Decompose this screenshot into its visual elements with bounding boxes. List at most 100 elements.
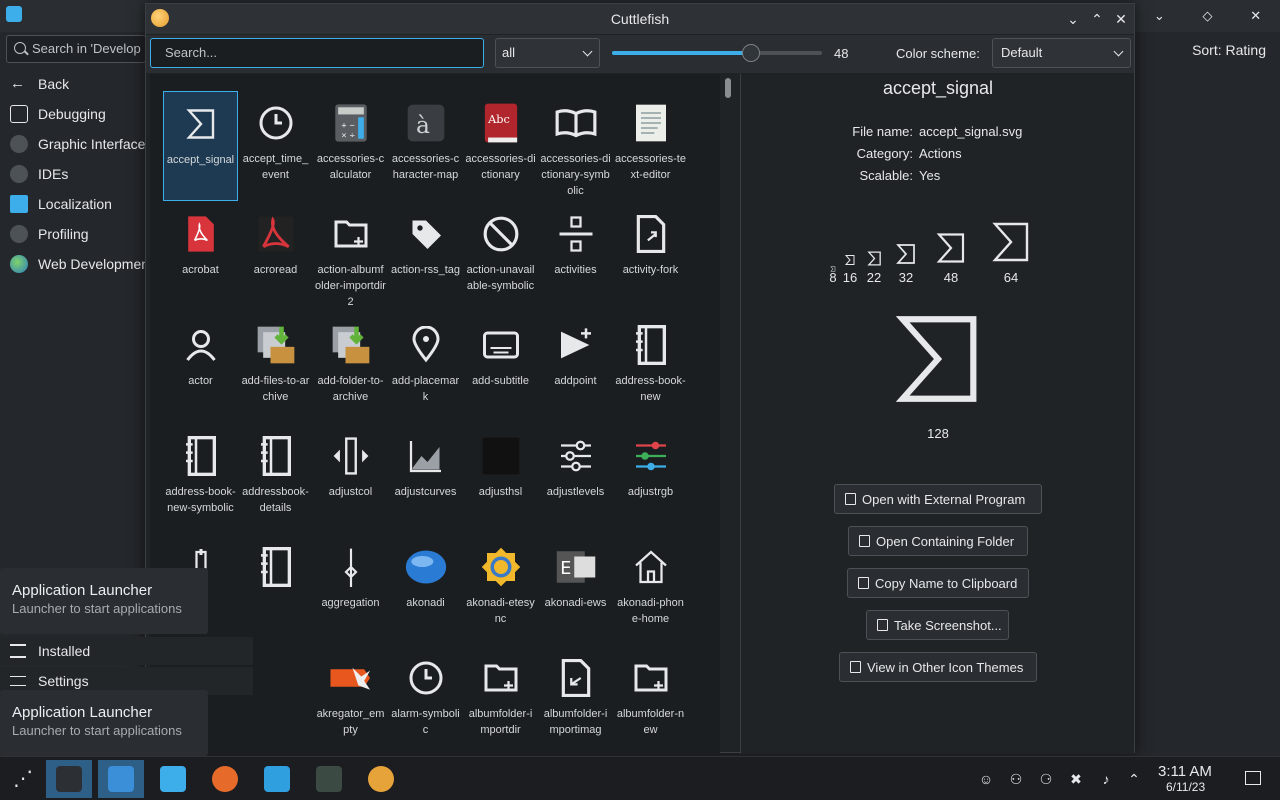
icon-grid-item[interactable]: action-rss_tag <box>388 202 463 312</box>
view-other-themes-button[interactable]: View in Other Icon Themes <box>839 652 1037 682</box>
size-label: 32 <box>898 270 914 285</box>
clock-date[interactable]: 6/11/23 <box>1166 780 1205 794</box>
icon-grid-item[interactable]: à accessories-character-map <box>388 91 463 201</box>
details-pane: accept_signal File name: accept_signal.s… <box>740 74 1134 754</box>
kdeconnect-icon[interactable]: ⚇ <box>1008 771 1024 787</box>
icon-grid-item[interactable]: Eakonadi-ews <box>538 535 613 645</box>
icon-grid-item[interactable]: action-unavailable-symbolic <box>463 202 538 312</box>
background-nav-item[interactable]: Localization <box>0 190 146 218</box>
background-nav-item[interactable]: ← Back <box>0 70 146 98</box>
icon-grid-item[interactable]: add-placemark <box>388 313 463 423</box>
icon-grid-item[interactable]: adjustrgb <box>613 424 688 534</box>
take-screenshot-button[interactable]: Take Screenshot... <box>866 610 1009 640</box>
icon-grid-item[interactable]: accept_time_event <box>238 91 313 201</box>
background-search-input[interactable]: Search in 'Develop <box>6 35 146 63</box>
icon-grid-item[interactable]: activities <box>538 202 613 312</box>
icon-grid-item[interactable]: add-subtitle <box>463 313 538 423</box>
taskbar-discover-button[interactable] <box>98 760 144 798</box>
tooltip-title: Application Launcher <box>12 704 153 721</box>
icon-grid-item[interactable]: adjustlevels <box>538 424 613 534</box>
icon-grid-item[interactable]: accessories-dictionary-symbolic <box>538 91 613 201</box>
color-scheme-select[interactable]: Default <box>992 38 1131 68</box>
icon-grid-item[interactable]: adjustcurves <box>388 424 463 534</box>
background-nav-item[interactable]: Graphic Interface <box>0 130 146 158</box>
launcher-item-installed[interactable]: Installed <box>0 637 253 665</box>
icon-grid-item[interactable]: accept_signal <box>163 91 238 201</box>
volume-icon[interactable]: ♪ <box>1098 771 1114 787</box>
icon-grid-item[interactable]: akonadi-phone-home <box>613 535 688 645</box>
network-icon[interactable]: ⚆ <box>1038 771 1054 787</box>
taskbar-system-settings-button[interactable] <box>46 760 92 798</box>
taskbar-recycle-button[interactable] <box>306 760 352 798</box>
icon-grid-item[interactable]: adjusthsl <box>463 424 538 534</box>
icon-grid-item[interactable]: action-albumfolder-importdir2 <box>313 202 388 312</box>
icon-grid-item[interactable]: acrobat <box>163 202 238 312</box>
application-launcher-icon: ⋰ <box>13 768 33 790</box>
button-label: View in Other Icon Themes <box>867 659 1024 675</box>
icon-size-slider[interactable] <box>612 44 822 62</box>
icon-grid-item[interactable]: address-book-new <box>613 313 688 423</box>
taskbar-firefox-button[interactable] <box>202 760 248 798</box>
icon-grid-item[interactable]: albumfolder-importimag <box>538 646 613 754</box>
maximize-icon[interactable]: ⌃ <box>1086 8 1108 30</box>
search-input[interactable]: Search... <box>150 38 484 68</box>
icon-grid-item[interactable]: accessories-text-editor <box>613 91 688 201</box>
icon-label: activity-fork <box>622 264 679 276</box>
icon-grid-item[interactable]: addressbook-details <box>238 424 313 534</box>
clock-time[interactable]: 3:11 AM <box>1158 763 1212 780</box>
icon-grid-item[interactable]: activity-fork <box>613 202 688 312</box>
icon-grid-item[interactable]: add-folder-to-archive <box>313 313 388 423</box>
icon-grid-item[interactable]: Abc accessories-dictionary <box>463 91 538 201</box>
background-nav-item[interactable]: Web Development <box>0 250 146 278</box>
close-icon[interactable]: ✕ <box>1110 8 1132 30</box>
icon-label: action-rss_tag <box>390 264 461 276</box>
open-external-button[interactable]: Open with External Program <box>834 484 1042 514</box>
icon-grid-item[interactable]: actor <box>163 313 238 423</box>
scalable-label: Scalable: <box>859 168 913 183</box>
minimize-icon[interactable]: ⌄ <box>1154 8 1165 24</box>
svg-text:Abc: Abc <box>487 113 510 126</box>
application-launcher-popup: Installed Settings Application Launcher … <box>0 560 300 760</box>
icon-grid-item[interactable]: akonadi-etesync <box>463 535 538 645</box>
icon-grid-item[interactable]: adjustcol <box>313 424 388 534</box>
search-placeholder: Search... <box>165 45 218 60</box>
copy-name-button[interactable]: Copy Name to Clipboard <box>847 568 1029 598</box>
sort-dropdown[interactable]: Sort: Rating <box>1192 42 1266 58</box>
taskbar-file-manager-button[interactable] <box>150 760 196 798</box>
background-nav-item[interactable]: IDEs <box>0 160 146 188</box>
scrollbar-thumb[interactable] <box>725 78 731 98</box>
icon-label: akonadi-phone-home <box>617 597 684 625</box>
icon-grid-item[interactable]: addpoint <box>538 313 613 423</box>
user-icon[interactable]: ☺ <box>978 771 994 787</box>
icon-grid-item[interactable]: + − × ÷ accessories-calculator <box>313 91 388 201</box>
color-scheme-value: Default <box>1001 45 1043 60</box>
grid-scrollbar[interactable] <box>723 76 733 754</box>
icon-grid-item[interactable]: akregator_empty <box>313 646 388 754</box>
calculator-icon: + − × ÷ <box>329 101 373 145</box>
open-folder-button[interactable]: Open Containing Folder <box>848 526 1028 556</box>
icon-grid-item[interactable]: aggregation <box>313 535 388 645</box>
minimize-icon[interactable]: ⌄ <box>1062 8 1084 30</box>
icon-grid-item[interactable]: address-book-new-symbolic <box>163 424 238 534</box>
taskbar-cuttlefish-button[interactable] <box>358 760 404 798</box>
slider-handle[interactable] <box>741 44 760 62</box>
microphone-muted-icon[interactable]: ✖ <box>1068 771 1084 787</box>
background-nav-item[interactable]: Debugging <box>0 100 146 128</box>
show-desktop-icon[interactable] <box>1245 771 1261 785</box>
close-icon[interactable]: ✕ <box>1250 8 1261 24</box>
icon-grid-item[interactable]: add-files-to-archive <box>238 313 313 423</box>
category-select[interactable]: all <box>495 38 600 68</box>
icon-grid-item[interactable]: albumfolder-importdir <box>463 646 538 754</box>
icon-grid-item[interactable]: acroread <box>238 202 313 312</box>
icon-label: addpoint <box>554 375 597 387</box>
icon-grid-item[interactable]: albumfolder-new <box>613 646 688 754</box>
maximize-icon[interactable]: ◇ <box>1202 8 1212 24</box>
icon-grid-item[interactable]: alarm-symbolic <box>388 646 463 754</box>
chevron-up-icon[interactable]: ⌃ <box>1126 771 1142 787</box>
taskbar-folder-button[interactable] <box>254 760 300 798</box>
background-nav-item[interactable]: Profiling <box>0 220 146 248</box>
icon-label: activities <box>554 264 597 276</box>
icon-grid-item[interactable]: akonadi <box>388 535 463 645</box>
taskbar-application-launcher-button[interactable]: ⋰ <box>0 760 46 798</box>
launcher-item-label: Settings <box>38 673 89 689</box>
